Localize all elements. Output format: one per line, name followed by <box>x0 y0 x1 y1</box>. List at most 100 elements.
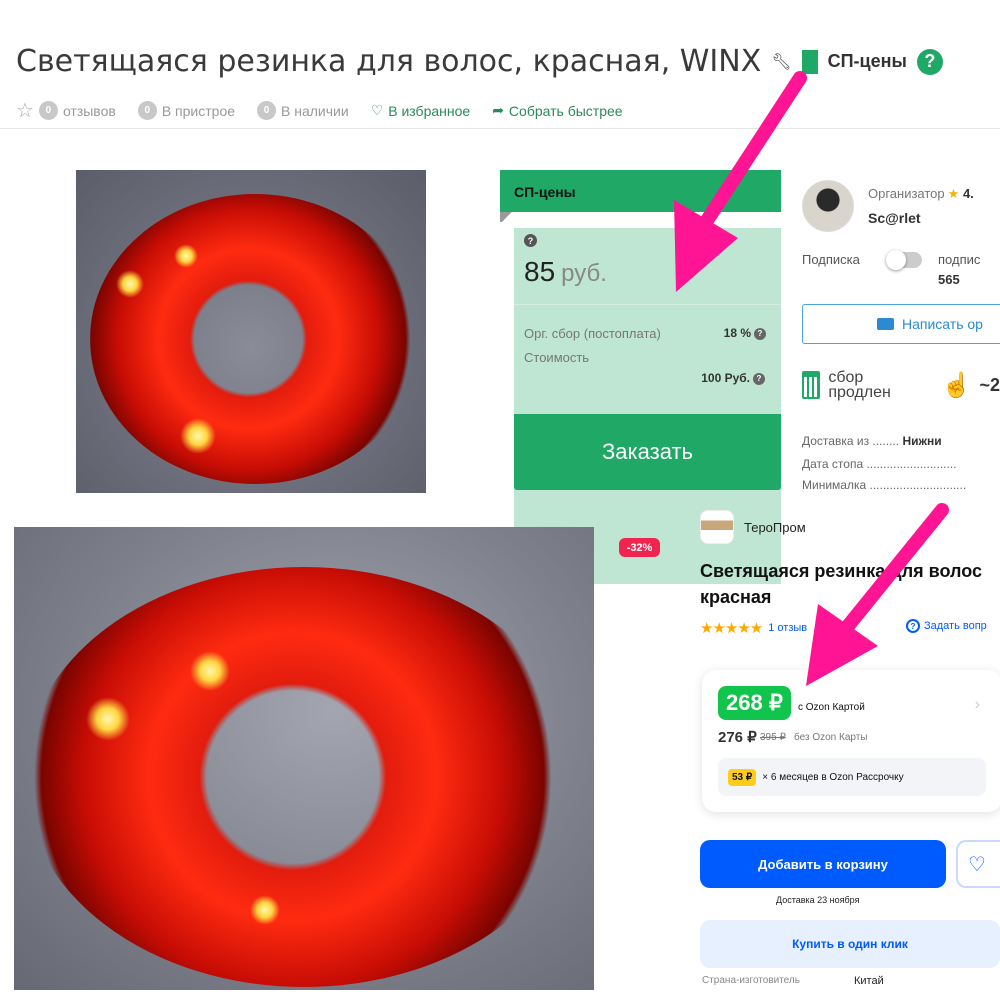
write-organizer-label: Написать ор <box>902 316 983 332</box>
price-card-header: СП-цены <box>500 170 781 212</box>
info-row-stop-date: Дата стопа ........................... <box>802 457 1000 471</box>
installment-text: × 6 месяцев в Ozon Рассрочку <box>762 771 904 783</box>
wrench-icon[interactable]: 🔧︎ <box>771 52 791 72</box>
org-fee-row: Орг. сбор (постоплата) 18 %? <box>524 326 766 341</box>
ozon-price-card[interactable]: 268 ₽ с Ozon Картой › 276 ₽ 395 ₽ без Oz… <box>702 670 1000 812</box>
help-icon[interactable]: ? <box>916 48 943 75</box>
star-outline-icon: ☆ <box>16 100 34 122</box>
installment-badge: 53 ₽ <box>728 768 757 786</box>
subscribers-count: 565 <box>938 272 960 287</box>
in-stock-counter[interactable]: 0 В наличии <box>257 101 349 120</box>
collect-faster-label: Собрать быстрее <box>508 102 623 119</box>
ask-question-link[interactable]: ? Задать вопр <box>906 619 987 633</box>
scrunchie-image <box>90 194 420 484</box>
org-fee-label: Орг. сбор (постоплата) <box>524 326 661 341</box>
heart-outline-icon: ♡ <box>370 102 384 118</box>
delivery-date: Доставка 23 ноября <box>776 895 860 905</box>
price-help-icon[interactable]: ? <box>524 234 537 247</box>
ribbon-fold <box>500 212 514 222</box>
rating-row: ★★★★★ 1 отзыв <box>700 619 807 637</box>
price-without-card: 276 ₽ <box>718 729 757 746</box>
reviews-label: отзывов <box>62 102 116 119</box>
subscribers-label: подпис <box>938 252 981 267</box>
rating-stars-icon: ★★★★★ <box>700 620 763 637</box>
fee-help-icon[interactable]: ? <box>754 327 766 340</box>
price-value: 85 руб. <box>524 256 607 288</box>
organizer-name[interactable]: Sc@rlet <box>868 210 921 226</box>
subscribe-toggle[interactable] <box>886 250 922 270</box>
subscribe-label: Подписка <box>802 252 860 267</box>
cost-amount: 100 Руб. <box>701 371 750 385</box>
with-card-label: с Ozon Картой <box>798 702 865 713</box>
avatar[interactable] <box>802 180 854 232</box>
led-glow <box>116 270 144 298</box>
calendar-icon <box>802 371 821 399</box>
org-fee-percent: 18 % <box>723 326 751 340</box>
cost-help-icon[interactable]: ? <box>753 372 765 385</box>
purchase-status: сбор продлен ☝ ~2 <box>802 369 1000 401</box>
cost-value: 100 Руб.? <box>701 371 765 385</box>
in-stock-label: В наличии <box>281 102 349 119</box>
add-to-cart-button[interactable]: Добавить в корзину <box>700 840 946 888</box>
favorites-label: В избранное <box>388 102 471 119</box>
sp-product-photo[interactable] <box>76 170 426 493</box>
scrunchie-image <box>24 567 584 987</box>
cost-label: Стоимость <box>524 350 590 365</box>
write-organizer-button[interactable]: Написать ор <box>802 304 1000 344</box>
info-row-delivery: Доставка из ........ Нижни <box>802 434 1000 448</box>
order-button[interactable]: Заказать <box>514 414 781 490</box>
in-stock-count-badge: 0 <box>257 101 277 120</box>
info-label: Дата стопа <box>802 457 864 471</box>
led-glow <box>174 244 198 268</box>
collect-faster-link[interactable]: ➦ Собрать быстрее <box>492 102 622 119</box>
add-to-favorites-link[interactable]: ♡ В избранное <box>371 102 471 119</box>
header-divider <box>0 128 1000 129</box>
led-glow <box>250 895 280 925</box>
led-glow <box>190 651 230 691</box>
reviews-count-badge: 0 <box>38 101 58 120</box>
seller-logo <box>700 510 734 544</box>
seller-row[interactable]: ТероПром <box>700 510 806 544</box>
sp-price-card: СП-цены ? 85 руб. Орг. сбор (постоплата) … <box>500 170 781 584</box>
ozon-product-title: Светящаяся резинка для волос красная <box>700 561 982 607</box>
hand-money-icon: ☝ <box>941 371 972 399</box>
favorite-heart-icon[interactable]: ♡ <box>956 840 1000 888</box>
ozon-product-photo[interactable] <box>14 527 594 990</box>
chevron-right-icon[interactable]: › <box>975 696 980 714</box>
product-title-row: Светящаяся резинка для волос, красная, W… <box>16 44 943 79</box>
buy-one-click-button[interactable]: Купить в один клик <box>700 920 1000 968</box>
without-card-label: без Ozon Карты <box>794 732 868 743</box>
installment-row[interactable]: 53 ₽ × 6 месяцев в Ozon Рассрочку <box>718 758 986 796</box>
product-title: Светящаяся резинка для волос, красная, W… <box>16 44 762 79</box>
discount-badge: -32% <box>619 538 660 557</box>
attached-count-badge: 0 <box>137 101 157 120</box>
organizer-role: Организатор ★ 4. <box>868 186 974 202</box>
info-value: Нижни <box>902 434 942 448</box>
share-arrow-icon: ➦ <box>492 102 504 118</box>
info-dots: ............................. <box>869 478 967 492</box>
envelope-icon <box>877 318 894 330</box>
country-label: Страна-изготовитель <box>702 975 800 986</box>
price-old: 395 ₽ <box>760 732 786 743</box>
price-divider <box>514 304 781 305</box>
country-value: Китай <box>854 975 884 987</box>
info-dots: ........................... <box>866 457 957 471</box>
status-text: сбор продлен <box>828 369 891 401</box>
info-label: Минималка <box>802 478 867 492</box>
product-meta-row: ☆ 0 отзывов 0 В пристрое 0 В наличии ♡ В… <box>16 98 645 123</box>
attached-counter[interactable]: 0 В пристрое <box>137 101 236 120</box>
reviews-counter[interactable]: ☆ 0 отзывов <box>16 98 116 123</box>
reviews-link[interactable]: 1 отзыв <box>768 622 807 634</box>
ask-question-label: Задать вопр <box>924 620 987 632</box>
price-with-card: 268 ₽ <box>718 686 791 720</box>
info-row-minimum: Минималка ............................. <box>802 478 1000 492</box>
star-icon: ★ <box>947 186 960 201</box>
question-icon: ? <box>906 619 920 633</box>
led-glow <box>180 418 216 454</box>
organizer-role-label: Организатор <box>868 186 945 201</box>
seller-name: ТероПром <box>744 519 806 535</box>
organizer-rating: 4. <box>962 186 974 201</box>
info-dots: ........ <box>872 434 900 448</box>
attached-label: В пристрое <box>161 102 236 119</box>
org-fee-value: 18 %? <box>724 326 766 341</box>
